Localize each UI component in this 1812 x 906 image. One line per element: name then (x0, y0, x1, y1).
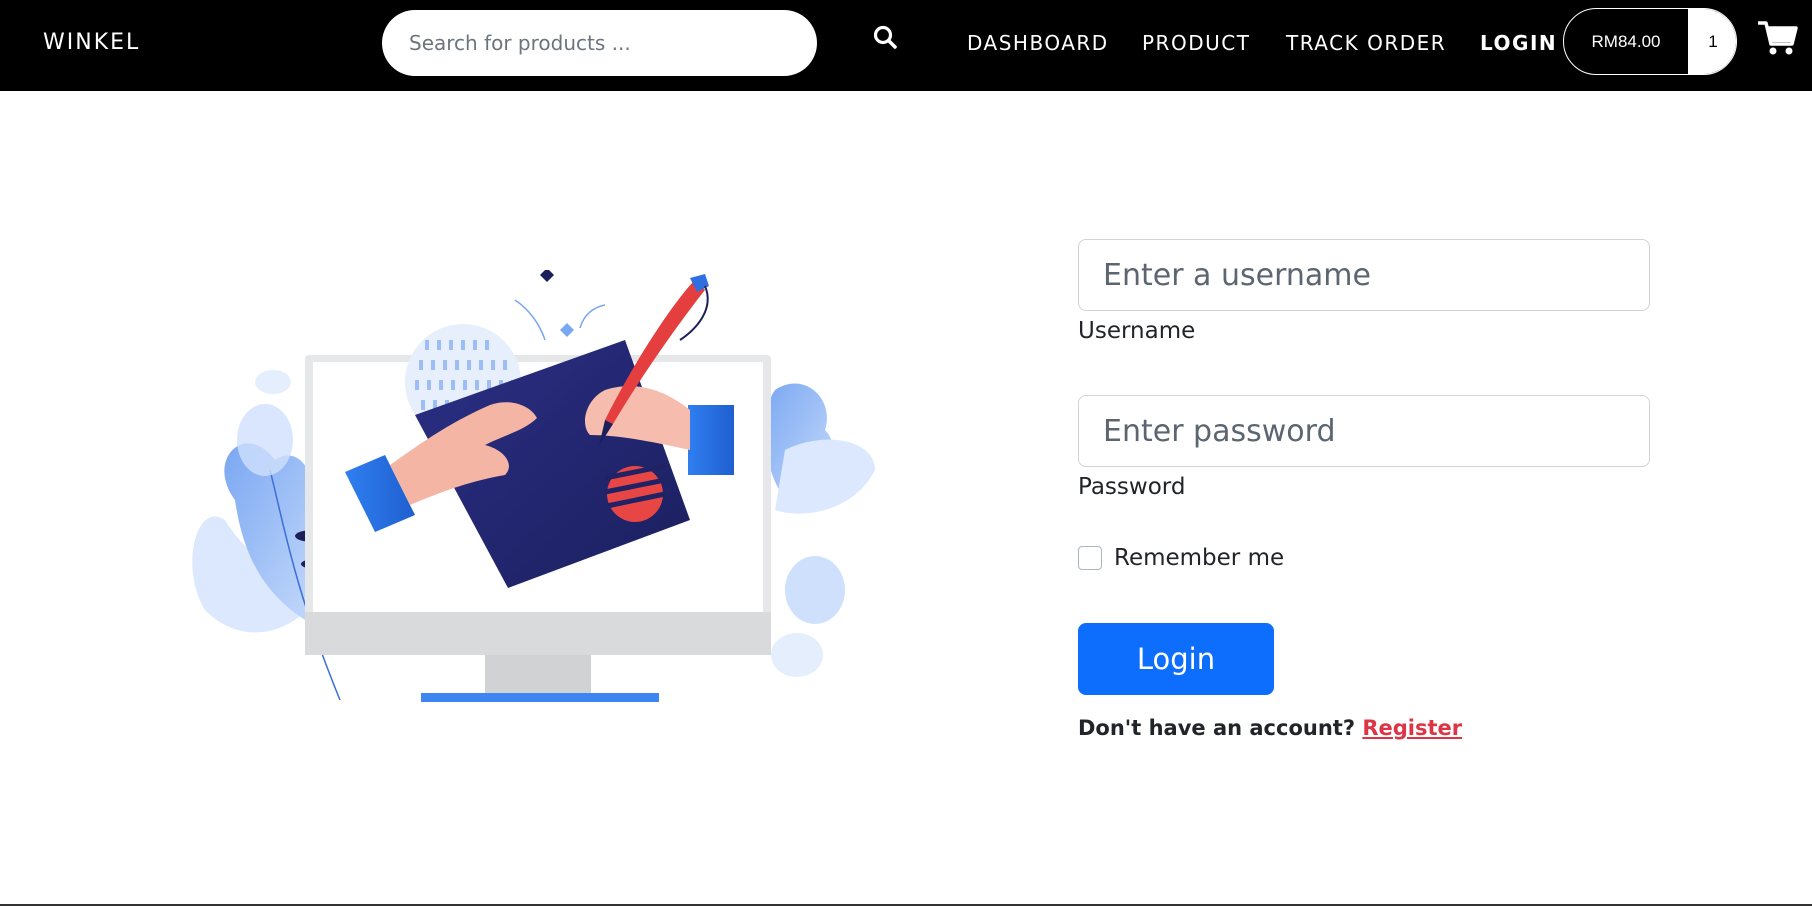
register-prompt-text: Don't have an account? (1078, 716, 1355, 740)
search-box (382, 10, 817, 76)
nav-link-login[interactable]: LOGIN (1480, 31, 1557, 55)
shopping-cart-icon[interactable] (1757, 20, 1798, 56)
remember-me-label[interactable]: Remember me (1114, 545, 1284, 571)
nav-link-dashboard[interactable]: DASHBOARD (967, 31, 1109, 55)
brand-logo[interactable]: WINKEL (43, 30, 140, 55)
cart-total: RM84.00 (1591, 31, 1661, 51)
search-input[interactable] (382, 10, 817, 76)
search-icon[interactable] (872, 24, 902, 54)
cart-summary-button[interactable]: RM84.00 1 (1563, 8, 1737, 75)
nav-link-product[interactable]: PRODUCT (1142, 31, 1250, 55)
top-navbar: WINKEL DASHBOARD PRODUCT TRACK ORDER LOG… (0, 0, 1812, 91)
password-input[interactable] (1078, 395, 1650, 467)
password-label: Password (1078, 474, 1186, 500)
username-label: Username (1078, 318, 1196, 344)
register-prompt: Don't have an account? Register (1078, 716, 1462, 740)
username-input[interactable] (1078, 239, 1650, 311)
login-illustration (185, 268, 885, 710)
nav-link-track-order[interactable]: TRACK ORDER (1286, 31, 1446, 55)
cart-count-badge: 1 (1688, 9, 1736, 74)
remember-me-checkbox[interactable] (1078, 546, 1102, 570)
register-link[interactable]: Register (1362, 716, 1462, 740)
login-button[interactable]: Login (1078, 623, 1274, 695)
remember-me-row: Remember me (1078, 545, 1284, 571)
